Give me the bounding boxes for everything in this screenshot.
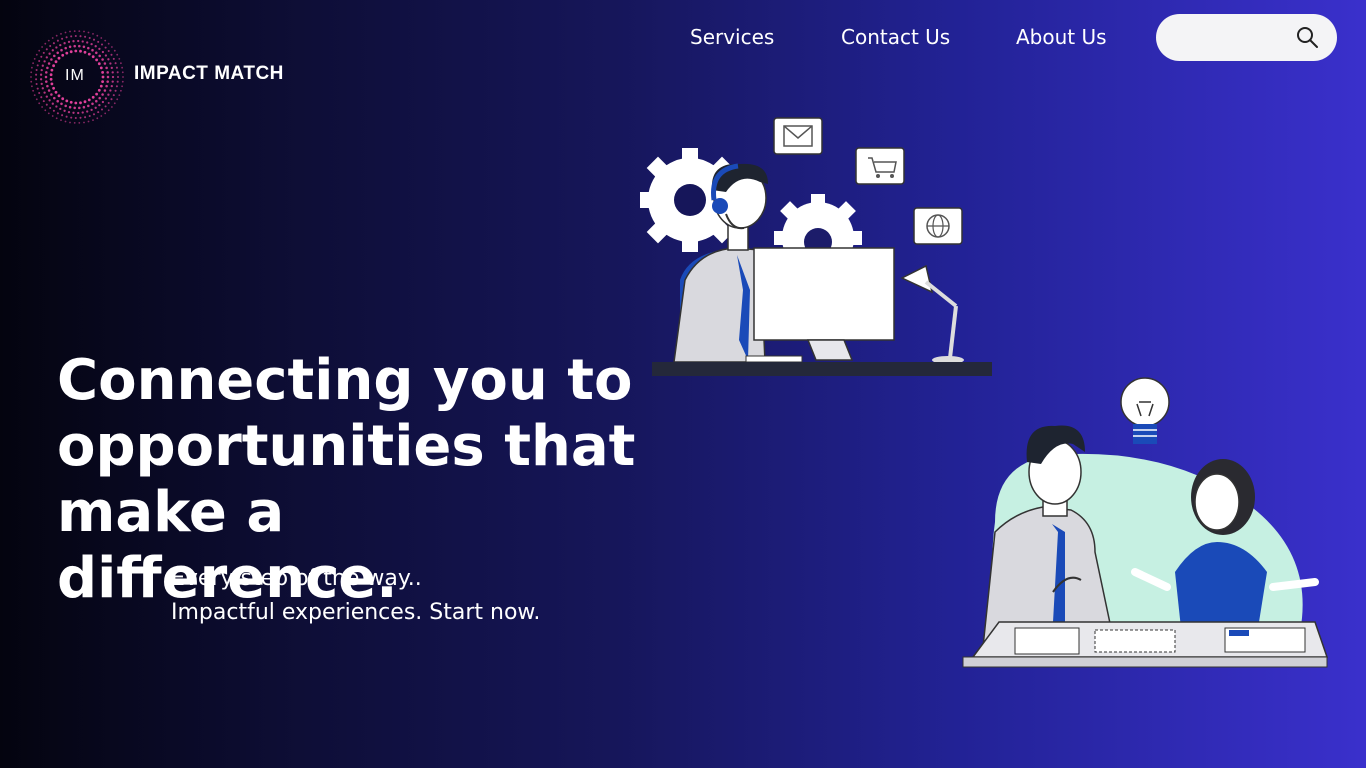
logo-initials: IM	[65, 67, 85, 84]
search-input[interactable]	[1172, 25, 1296, 51]
logo[interactable]: IM	[23, 30, 131, 124]
support-agent-illustration	[640, 117, 992, 376]
nav-about-us[interactable]: About Us	[1016, 25, 1107, 49]
nav-services[interactable]: Services	[690, 25, 774, 49]
search-icon[interactable]	[1296, 26, 1320, 50]
hero-headline-line-1: Connecting you to	[57, 348, 633, 413]
hero-subtitle-2: Impactful experiences. Start now.	[171, 600, 541, 625]
lightbulb-icon	[1120, 377, 1170, 444]
hero-subtitle-1: Every step of the way..	[171, 566, 422, 591]
globe-icon	[913, 207, 963, 245]
brand-name[interactable]: IMPACT MATCH	[134, 63, 284, 85]
hero-headline-line-2: opportunities that make a	[57, 414, 636, 545]
team-illustration	[962, 377, 1329, 668]
cart-icon	[855, 147, 905, 185]
nav-contact-us[interactable]: Contact Us	[841, 25, 950, 49]
mail-icon	[773, 117, 823, 155]
